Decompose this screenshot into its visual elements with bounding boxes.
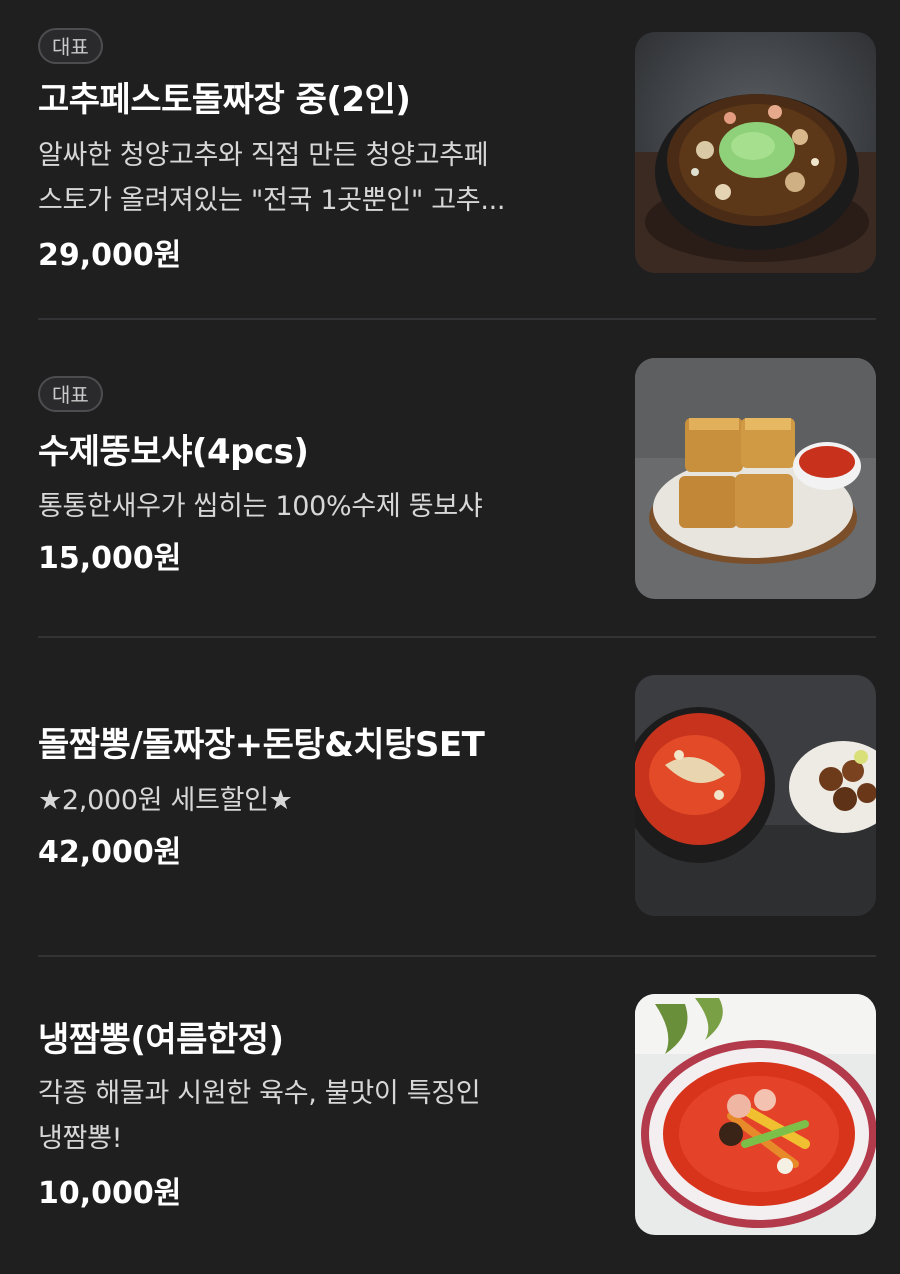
menu-item-price: 10,000원 — [38, 1176, 182, 1211]
menu-item-description: 통통한새우가 씹히는 100%수제 뚱보샤 — [38, 487, 608, 527]
menu-item-description: ★2,000원 세트할인★ — [38, 781, 608, 821]
description-line: 스토가 올려져있는 "전국 1곳뿐인" 고추... — [38, 185, 506, 216]
menu-item-title: 수제뚱보샤(4pcs) — [38, 432, 309, 472]
menu-item-gochu-pesto-jjajang[interactable]: 대표 고추페스토돌짜장 중(2인) 알싸한 청양고추와 직접 만든 청양고추페 … — [38, 0, 876, 318]
menu-item-jjamppong-set[interactable]: 돌짬뽕/돌짜장+돈탕&치탕SET ★2,000원 세트할인★ 42,000원 — [38, 637, 876, 955]
description-line: ★2,000원 세트할인★ — [38, 785, 293, 816]
cold-jjamppong-photo[interactable] — [635, 994, 876, 1235]
signature-badge: 대표 — [38, 376, 103, 412]
menu-item-title: 냉짬뽕(여름한정) — [38, 1020, 284, 1060]
menu-item-naeng-jjamppong[interactable]: 냉짬뽕(여름한정) 각종 해물과 시원한 육수, 불맛이 특징인 냉짬뽕! 10… — [38, 956, 876, 1274]
description-line: 알싸한 청양고추와 직접 만든 청양고추페 — [38, 140, 489, 171]
menu-item-title: 돌짬뽕/돌짜장+돈탕&치탕SET — [38, 725, 485, 765]
fried-shrimp-toast-photo[interactable] — [635, 358, 876, 599]
description-line: 통통한새우가 씹히는 100%수제 뚱보샤 — [38, 491, 483, 522]
menu-item-price: 29,000원 — [38, 238, 182, 273]
stone-pot-jjajang-photo[interactable] — [635, 32, 876, 273]
description-line: 각종 해물과 시원한 육수, 불맛이 특징인 — [38, 1078, 481, 1109]
menu-list: 대표 고추페스토돌짜장 중(2인) 알싸한 청양고추와 직접 만든 청양고추페 … — [0, 0, 900, 1264]
menu-item-description: 알싸한 청양고추와 직접 만든 청양고추페 스토가 올려져있는 "전국 1곳뿐인… — [38, 136, 608, 221]
description-line: 냉짬뽕! — [38, 1123, 123, 1154]
menu-item-price: 42,000원 — [38, 835, 182, 870]
menu-item-ttungbosha[interactable]: 대표 수제뚱보샤(4pcs) 통통한새우가 씹히는 100%수제 뚱보샤 15,… — [38, 319, 876, 637]
menu-item-description: 각종 해물과 시원한 육수, 불맛이 특징인 냉짬뽕! — [38, 1074, 608, 1159]
signature-badge: 대표 — [38, 28, 103, 64]
menu-item-price: 15,000원 — [38, 541, 182, 576]
menu-item-title: 고추페스토돌짜장 중(2인) — [38, 80, 411, 120]
jjamppong-set-photo[interactable] — [635, 675, 876, 916]
